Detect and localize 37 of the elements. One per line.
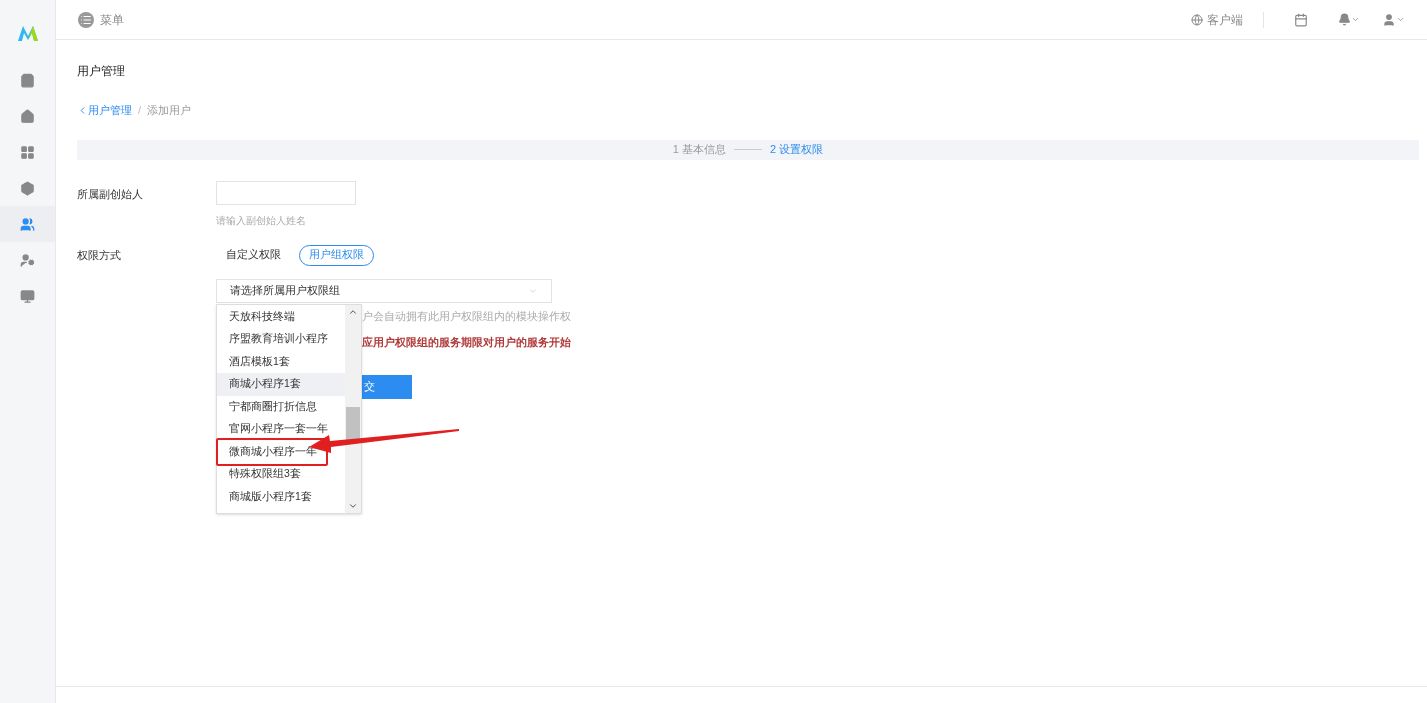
home-icon [20, 108, 35, 124]
notifications-button[interactable] [1338, 13, 1360, 26]
monitor-icon [20, 288, 35, 304]
step-label: 2 设置权限 [770, 142, 824, 158]
calendar-button[interactable] [1294, 12, 1308, 27]
warning-text: 应用户权限组的服务期限对用户的服务开始 [362, 334, 571, 350]
calendar-icon [1294, 12, 1308, 27]
permission-option[interactable]: 自定义权限 [216, 244, 291, 266]
breadcrumb-current: 添加用户 [147, 103, 192, 118]
bell-icon [1338, 13, 1351, 26]
breadcrumb-link[interactable]: 用户管理 [77, 102, 132, 119]
founder-input[interactable] [216, 180, 356, 205]
group-select[interactable]: 请选择所属用户权限组 [216, 278, 552, 303]
user-gear-icon [20, 252, 35, 268]
apps-icon [20, 144, 35, 160]
field-hint: 请输入副创始人姓名 [216, 213, 307, 228]
user-button[interactable] [1382, 12, 1405, 27]
caret-icon [1351, 15, 1360, 24]
menu-button[interactable]: 菜单 [78, 10, 124, 29]
globe-icon [1191, 13, 1203, 26]
client-link[interactable]: 客户端 [1191, 10, 1243, 29]
field-hint: 户会自动拥有此用户权限组内的模块操作权 [362, 308, 571, 324]
scrollbar[interactable] [345, 304, 361, 513]
page-title: 用户管理 [77, 63, 126, 80]
dropdown-option[interactable]: 商城小程序1套 [217, 373, 345, 396]
user-icon [1382, 12, 1396, 27]
scroll-thumb[interactable] [346, 406, 360, 441]
menu-icon [78, 11, 94, 28]
field-label: 所属副创始人 [77, 186, 144, 202]
step-label: 1 基本信息 [672, 142, 726, 158]
logo-icon [16, 24, 39, 42]
caret-icon [1396, 15, 1405, 24]
users-icon [20, 216, 35, 232]
breadcrumb-separator: / [138, 103, 142, 118]
box-icon [20, 180, 35, 196]
field-label: 权限方式 [77, 247, 122, 263]
sidebar-item[interactable] [0, 206, 55, 242]
